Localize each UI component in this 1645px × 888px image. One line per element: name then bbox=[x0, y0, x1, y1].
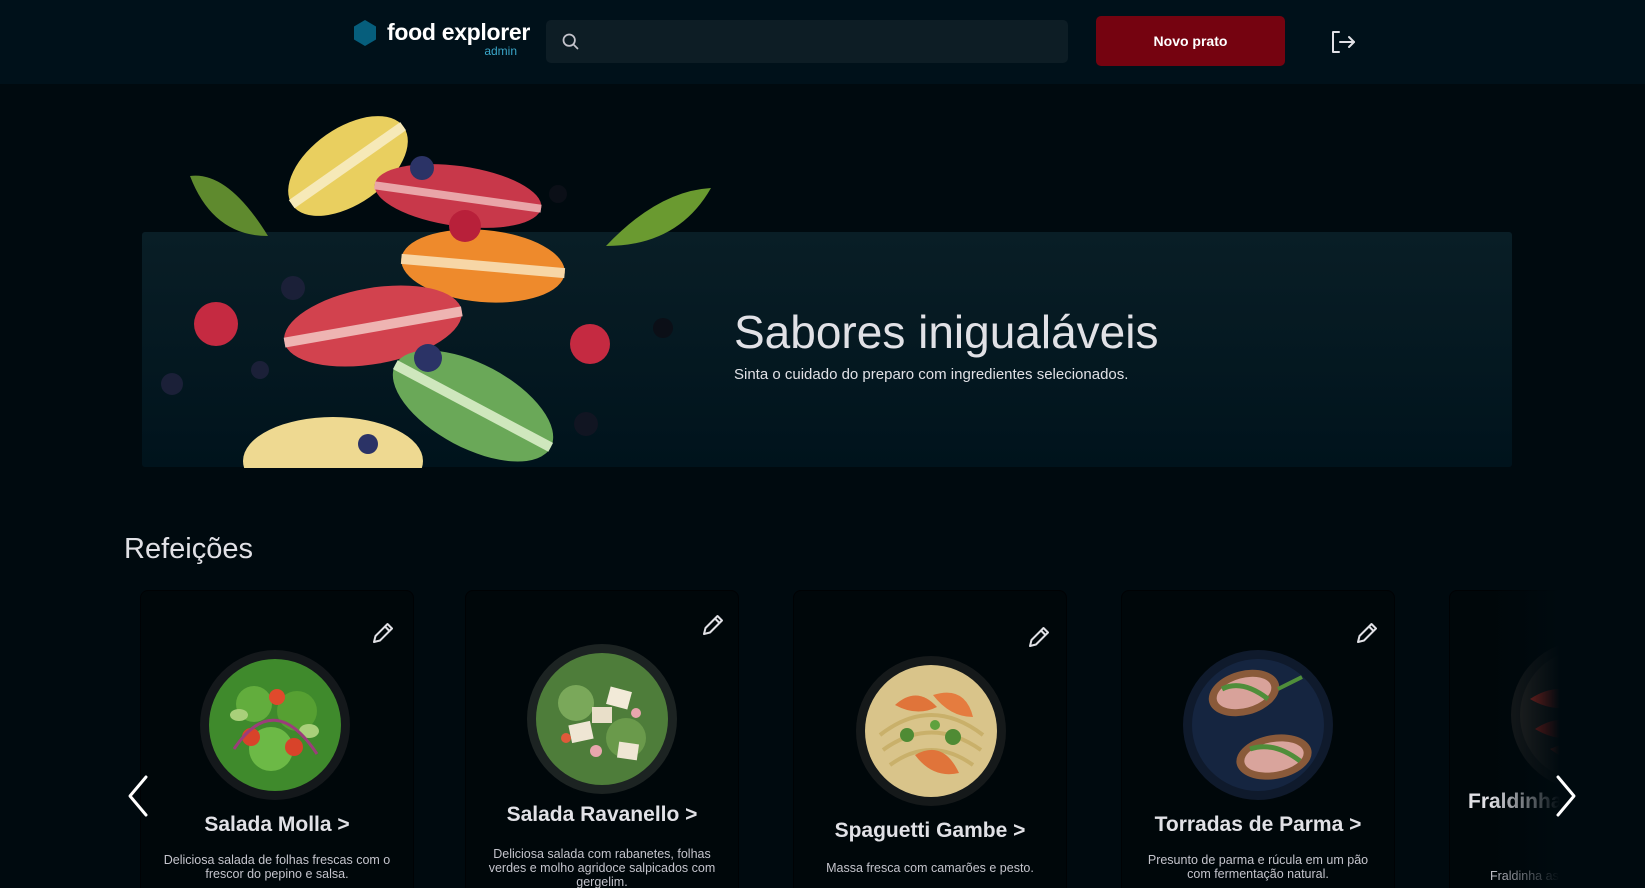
search-input[interactable] bbox=[594, 20, 1054, 63]
dish-card[interactable]: Torradas de Parma > Presunto de parma e … bbox=[1121, 590, 1395, 888]
pencil-icon[interactable] bbox=[1025, 623, 1053, 651]
dish-card[interactable]: Salada Molla > Deliciosa salada de folha… bbox=[140, 590, 414, 888]
pencil-icon[interactable] bbox=[699, 611, 727, 639]
dish-carousel: Salada Molla > Deliciosa salada de folha… bbox=[0, 590, 1645, 888]
banner-title: Sabores inigualáveis bbox=[734, 306, 1159, 358]
dish-name[interactable]: Salada Molla > bbox=[141, 813, 413, 837]
search-icon bbox=[562, 33, 579, 50]
dish-description: Presunto de parma e rúcula em um pão com… bbox=[1147, 853, 1369, 881]
section-title: Refeições bbox=[124, 533, 253, 565]
brand-logo[interactable]: food explorer admin bbox=[351, 19, 530, 59]
dish-name[interactable]: Torradas de Parma > bbox=[1122, 813, 1394, 837]
dish-description: Deliciosa salada com rabanetes, folhas v… bbox=[488, 847, 716, 888]
dish-card[interactable]: Fraldinha mo Fraldinha as bbox=[1449, 590, 1645, 888]
dish-card[interactable]: Salada Ravanello > Deliciosa salada com … bbox=[465, 590, 739, 888]
pencil-icon[interactable] bbox=[1353, 619, 1381, 647]
header: food explorer admin Novo prato bbox=[0, 0, 1645, 84]
search-bar[interactable] bbox=[546, 20, 1068, 63]
brand-name: food explorer bbox=[387, 19, 531, 45]
hexagon-icon bbox=[354, 20, 376, 46]
dish-image[interactable] bbox=[855, 655, 1007, 807]
dish-name[interactable]: Fraldinha mo bbox=[1468, 787, 1608, 817]
dish-description: Deliciosa salada de folhas frescas com o… bbox=[163, 853, 391, 881]
dish-card[interactable]: Spaguetti Gambe > Massa fresca com camar… bbox=[793, 590, 1067, 888]
dish-image[interactable] bbox=[526, 643, 678, 795]
macarons-illustration bbox=[161, 116, 711, 468]
dish-description: Fraldinha as bbox=[1490, 869, 1559, 883]
dish-image[interactable] bbox=[1182, 649, 1334, 801]
sign-out-icon[interactable] bbox=[1328, 27, 1358, 57]
chevron-right-icon[interactable] bbox=[1550, 773, 1582, 819]
chevron-left-icon[interactable] bbox=[122, 773, 154, 819]
banner-subtitle: Sinta o cuidado do preparo com ingredien… bbox=[734, 366, 1129, 383]
dish-image[interactable] bbox=[199, 649, 351, 801]
dish-name[interactable]: Spaguetti Gambe > bbox=[794, 819, 1066, 843]
pencil-icon[interactable] bbox=[369, 619, 397, 647]
carousel-fade-left bbox=[0, 590, 150, 888]
brand-role: admin bbox=[484, 44, 517, 58]
dish-description: Massa fresca com camarões e pesto. bbox=[826, 861, 1034, 875]
dish-image[interactable] bbox=[1510, 639, 1645, 791]
dish-name[interactable]: Salada Ravanello > bbox=[466, 803, 738, 827]
new-dish-button[interactable]: Novo prato bbox=[1096, 16, 1285, 66]
